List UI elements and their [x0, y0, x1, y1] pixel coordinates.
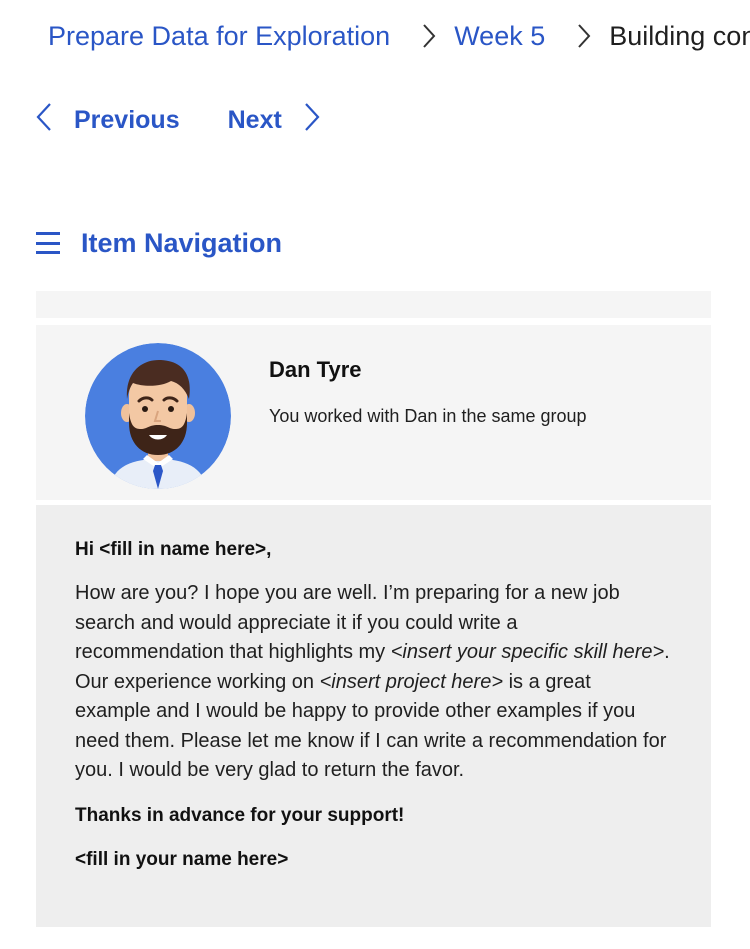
breadcrumb-week-link[interactable]: Week 5 — [454, 21, 545, 52]
previous-button[interactable]: Previous — [36, 102, 180, 139]
scrolled-content-card — [36, 291, 711, 318]
recommendation-request-template: Hi <fill in name here>, How are you? I h… — [36, 505, 711, 927]
breadcrumb: Prepare Data for Exploration Week 5 Buil… — [48, 14, 750, 58]
letter-body: How are you? I hope you are well. I’m pr… — [75, 579, 671, 786]
breadcrumb-course-link[interactable]: Prepare Data for Exploration — [48, 21, 390, 52]
chevron-right-icon — [282, 102, 320, 139]
item-pager: Previous Next — [36, 100, 320, 140]
previous-label: Previous — [74, 105, 180, 134]
avatar — [85, 343, 231, 489]
profile-card: Dan Tyre You worked with Dan in the same… — [36, 325, 711, 500]
chevron-left-icon — [36, 102, 74, 139]
project-placeholder: <insert project here> — [319, 670, 504, 693]
skill-placeholder: <insert your specific skill here> — [390, 641, 665, 663]
next-label: Next — [227, 105, 282, 134]
person-relationship: You worked with Dan in the same group — [269, 406, 587, 426]
letter-signature: <fill in your name here> — [75, 848, 289, 870]
item-navigation-label: Item Navigation — [81, 227, 283, 258]
chevron-right-icon — [422, 23, 436, 49]
letter-closing: Thanks in advance for your support! — [75, 804, 405, 826]
chevron-right-icon — [577, 23, 591, 49]
breadcrumb-current: Building con — [609, 20, 750, 51]
item-navigation-toggle[interactable]: Item Navigation — [36, 222, 282, 264]
next-button[interactable]: Next — [228, 102, 320, 139]
person-name: Dan Tyre — [269, 357, 362, 382]
menu-icon — [36, 232, 60, 254]
letter-greeting: Hi <fill in name here>, — [75, 539, 272, 560]
